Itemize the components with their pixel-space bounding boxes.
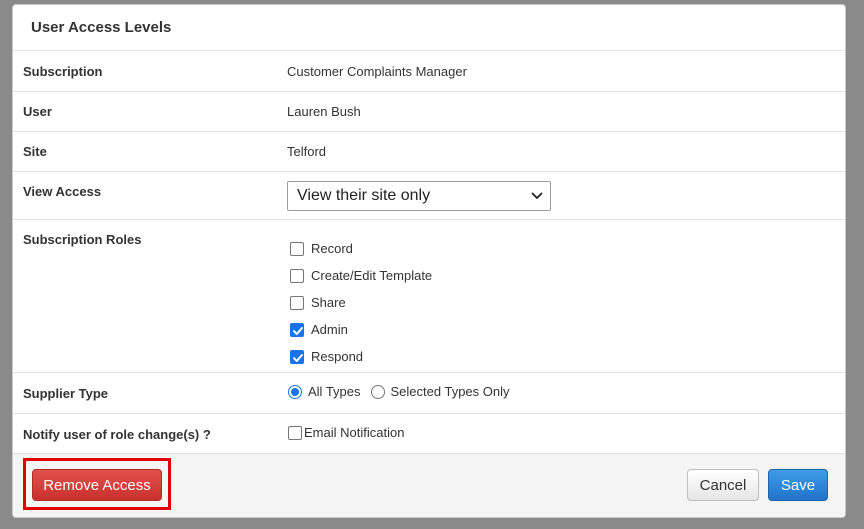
selected-types-only-radio[interactable] — [370, 384, 385, 399]
email-notification-option: Email Notification — [288, 425, 404, 440]
view-access-selected: View their site only — [297, 187, 431, 204]
subscription-label: Subscription — [23, 64, 103, 79]
supplier-type-label: Supplier Type — [23, 386, 108, 401]
site-row: Site Telford — [13, 132, 845, 172]
checkmark-icon — [293, 326, 303, 335]
subscription-roles-row: Subscription Roles Record Create/Edit Te… — [13, 220, 845, 373]
user-access-levels-modal: User Access Levels Subscription Customer… — [12, 4, 846, 518]
modal-title: User Access Levels — [31, 19, 172, 36]
chevron-down-icon — [531, 192, 543, 199]
role-share: Share — [290, 289, 432, 316]
role-create-edit-template: Create/Edit Template — [290, 262, 432, 289]
supplier-type-radio-group: All Types Selected Types Only — [288, 384, 520, 399]
role-create-edit-template-label: Create/Edit Template — [311, 268, 433, 283]
modal-header: User Access Levels — [13, 5, 845, 51]
email-notification-checkbox[interactable] — [288, 425, 302, 440]
view-access-label: View Access — [23, 184, 102, 199]
role-record-label: Record — [311, 241, 353, 256]
role-create-edit-template-checkbox[interactable] — [290, 268, 304, 283]
supplier-type-row: Supplier Type All Types Selected Types O… — [13, 373, 845, 414]
user-value: Lauren Bush — [287, 104, 361, 119]
subscription-value: Customer Complaints Manager — [287, 64, 467, 79]
modal-footer: Remove Access Cancel Save — [13, 453, 845, 517]
user-label: User — [23, 104, 52, 119]
site-label: Site — [23, 144, 47, 159]
role-admin: Admin — [290, 316, 432, 343]
all-types-radio[interactable] — [288, 384, 302, 399]
role-share-checkbox[interactable] — [290, 295, 304, 310]
role-admin-label: Admin — [311, 322, 348, 337]
checkmark-icon — [293, 353, 303, 362]
role-respond-label: Respond — [311, 349, 364, 364]
email-notification-label: Email Notification — [304, 425, 405, 440]
all-types-label: All Types — [308, 384, 361, 399]
role-record: Record — [290, 235, 432, 262]
save-button[interactable]: Save — [768, 469, 828, 501]
role-respond-checkbox[interactable] — [290, 349, 304, 364]
subscription-row: Subscription Customer Complaints Manager — [13, 51, 845, 92]
subscription-roles-label: Subscription Roles — [23, 232, 142, 247]
role-respond: Respond — [290, 343, 432, 370]
view-access-row: View Access View their site only — [13, 172, 845, 220]
role-admin-checkbox[interactable] — [290, 322, 304, 337]
remove-access-button[interactable]: Remove Access — [32, 469, 162, 501]
user-row: User Lauren Bush — [13, 92, 845, 132]
role-record-checkbox[interactable] — [290, 241, 304, 256]
cancel-button[interactable]: Cancel — [687, 469, 759, 501]
notify-row: Notify user of role change(s) ? Email No… — [13, 414, 845, 454]
selected-types-only-label: Selected Types Only — [390, 384, 510, 399]
roles-checkbox-list: Record Create/Edit Template Share Admin — [290, 235, 432, 370]
role-share-label: Share — [311, 295, 346, 310]
notify-label: Notify user of role change(s) ? — [23, 427, 211, 442]
site-value: Telford — [287, 144, 327, 159]
view-access-select[interactable]: View their site only — [287, 181, 551, 211]
